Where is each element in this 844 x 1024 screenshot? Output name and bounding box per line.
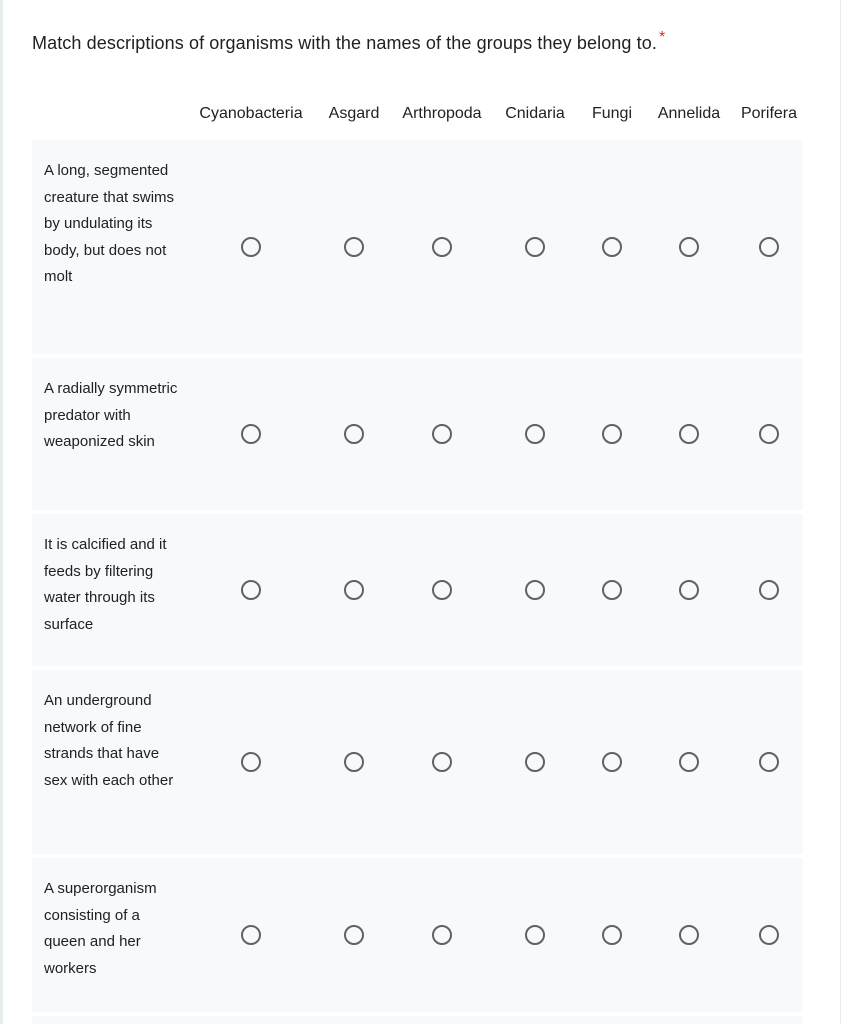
grid-radio-4-6[interactable] [759, 925, 779, 945]
grid-row-options [32, 514, 803, 666]
grid-radio-2-4[interactable] [602, 580, 622, 600]
grid-radio-2-2[interactable] [432, 580, 452, 600]
grid-radio-0-3[interactable] [525, 237, 545, 257]
grid-column-header: Arthropoda [402, 105, 482, 122]
grid-radio-4-3[interactable] [525, 925, 545, 945]
grid-radio-3-0[interactable] [241, 752, 261, 772]
grid-radio-3-1[interactable] [344, 752, 364, 772]
grid-radio-3-5[interactable] [679, 752, 699, 772]
question-title-text: Match descriptions of organisms with the… [32, 33, 657, 53]
grid-radio-2-3[interactable] [525, 580, 545, 600]
grid-column-header: Cnidaria [505, 105, 565, 122]
grid-radio-1-4[interactable] [602, 424, 622, 444]
grid-row: A superorganism consisting of a queen an… [32, 858, 803, 1012]
grid-radio-3-3[interactable] [525, 752, 545, 772]
grid-radio-4-4[interactable] [602, 925, 622, 945]
grid-row: A long, segmented creature that swims by… [32, 140, 803, 354]
page-right-edge [840, 0, 844, 1024]
grid-radio-0-1[interactable] [344, 237, 364, 257]
grid-row-options [32, 358, 803, 510]
question-card: Match descriptions of organisms with the… [3, 0, 840, 1024]
grid-radio-0-4[interactable] [602, 237, 622, 257]
grid-row-options [32, 670, 803, 854]
grid-row-list: A long, segmented creature that swims by… [3, 140, 840, 1024]
grid-row: An underground network of fine strands t… [32, 670, 803, 854]
required-asterisk: * [658, 29, 666, 46]
grid-row-options [32, 140, 803, 354]
grid-radio-4-2[interactable] [432, 925, 452, 945]
grid-radio-0-0[interactable] [241, 237, 261, 257]
multiple-choice-grid: Cyanobacteria Asgard Arthropoda Cnidaria Fun… [3, 96, 840, 1024]
grid-column-header: Porifera [740, 105, 798, 122]
grid-radio-2-6[interactable] [759, 580, 779, 600]
grid-radio-2-0[interactable] [241, 580, 261, 600]
grid-radio-2-1[interactable] [344, 580, 364, 600]
grid-radio-0-5[interactable] [679, 237, 699, 257]
grid-radio-1-3[interactable] [525, 424, 545, 444]
grid-radio-1-6[interactable] [759, 424, 779, 444]
grid-radio-4-5[interactable] [679, 925, 699, 945]
grid-radio-1-0[interactable] [241, 424, 261, 444]
grid-row: It is calcified and it feeds by filterin… [32, 514, 803, 666]
grid-radio-1-2[interactable] [432, 424, 452, 444]
grid-row-options [32, 1016, 803, 1024]
grid-column-header: Asgard [328, 105, 380, 122]
grid-radio-4-1[interactable] [344, 925, 364, 945]
grid-column-header: Annelida [657, 105, 721, 122]
grid-radio-3-6[interactable] [759, 752, 779, 772]
grid-radio-1-5[interactable] [679, 424, 699, 444]
grid-column-header: Cyanobacteria [199, 105, 303, 122]
grid-row: A radially symmetric predator with weapo… [32, 358, 803, 510]
grid-column-headers: Cyanobacteria Asgard Arthropoda Cnidaria Fun… [3, 96, 840, 140]
grid-radio-3-2[interactable] [432, 752, 452, 772]
grid-radio-2-5[interactable] [679, 580, 699, 600]
grid-radio-0-2[interactable] [432, 237, 452, 257]
grid-row-options [32, 858, 803, 1012]
grid-radio-1-1[interactable] [344, 424, 364, 444]
grid-radio-0-6[interactable] [759, 237, 779, 257]
grid-column-header: Fungi [591, 105, 633, 122]
question-title: Match descriptions of organisms with the… [32, 30, 665, 55]
grid-radio-3-4[interactable] [602, 752, 622, 772]
grid-radio-4-0[interactable] [241, 925, 261, 945]
grid-row [32, 1016, 803, 1024]
